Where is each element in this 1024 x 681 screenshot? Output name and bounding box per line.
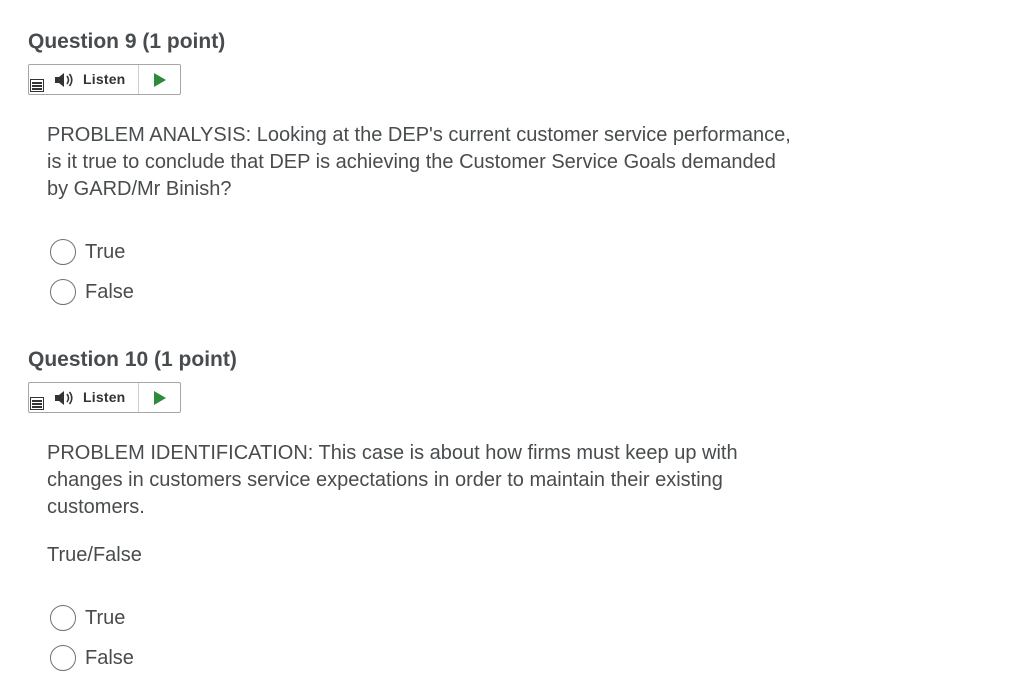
menu-icon[interactable] <box>30 79 44 92</box>
question-9: Question 9 (1 point) Listen PROBLEM ANAL… <box>28 29 988 319</box>
radio-button[interactable] <box>50 239 76 265</box>
menu-icon[interactable] <box>30 397 44 410</box>
question-title: Question 10 (1 point) <box>28 348 237 371</box>
play-icon[interactable] <box>154 391 166 405</box>
prompt-line: PROBLEM ANALYSIS: Looking at the DEP's c… <box>47 124 791 146</box>
prompt-line: PROBLEM IDENTIFICATION: This case is abo… <box>47 442 738 464</box>
question-points: (1 point) <box>154 348 237 371</box>
toolbar-divider <box>138 383 139 412</box>
speaker-icon <box>55 391 73 405</box>
choice-label[interactable]: True <box>85 239 125 265</box>
listen-toolbar[interactable]: Listen <box>28 64 181 95</box>
radio-button[interactable] <box>50 279 76 305</box>
play-icon[interactable] <box>154 73 166 87</box>
prompt-line: changes in customers service expectation… <box>47 469 723 491</box>
radio-button[interactable] <box>50 645 76 671</box>
choice-label[interactable]: True <box>85 605 125 631</box>
question-prompt: PROBLEM ANALYSIS: Looking at the DEP's c… <box>47 122 887 203</box>
listen-label[interactable]: Listen <box>83 389 125 405</box>
listen-label[interactable]: Listen <box>83 71 125 87</box>
question-points: (1 point) <box>142 30 226 53</box>
radio-button[interactable] <box>50 605 76 631</box>
prompt-line: is it true to conclude that DEP is achie… <box>47 151 776 173</box>
speaker-icon <box>55 73 73 87</box>
question-format-note: True/False <box>47 542 887 569</box>
prompt-line: by GARD/Mr Binish? <box>47 178 232 200</box>
choice-label[interactable]: False <box>85 279 134 305</box>
toolbar-divider <box>138 65 139 94</box>
listen-toolbar[interactable]: Listen <box>28 382 181 413</box>
prompt-line: customers. <box>47 496 145 518</box>
format-note-text: True/False <box>47 544 142 566</box>
question-10: Question 10 (1 point) Listen PROBLEM IDE… <box>28 347 988 677</box>
question-prompt: PROBLEM IDENTIFICATION: This case is abo… <box>47 440 887 521</box>
choice-label[interactable]: False <box>85 645 134 671</box>
question-title: Question 9 (1 point) <box>28 30 226 53</box>
